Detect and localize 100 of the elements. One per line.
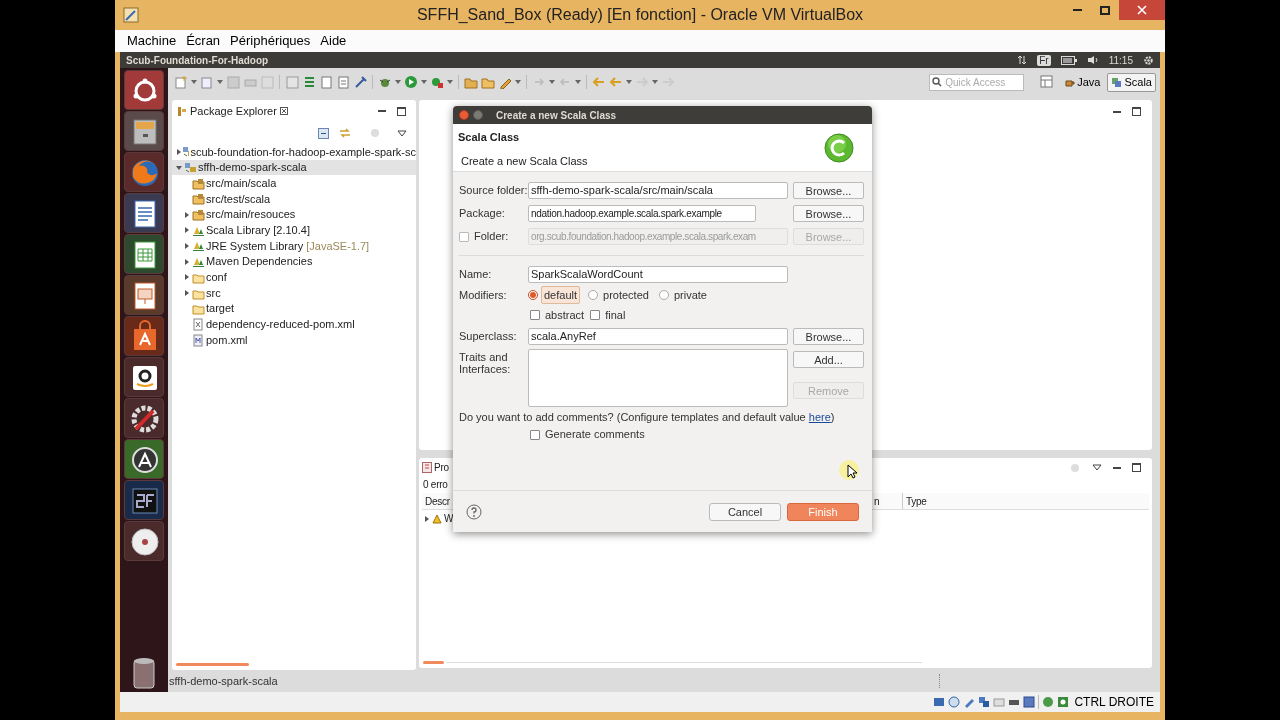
problems-tab[interactable]: Pro xyxy=(422,460,449,475)
spreadsheet-icon[interactable] xyxy=(124,234,164,274)
dropdown-caret-icon[interactable] xyxy=(515,80,521,84)
radio-button[interactable] xyxy=(528,290,538,300)
column-header[interactable]: n xyxy=(874,493,880,509)
menu-item[interactable]: Aide xyxy=(320,31,347,51)
tree-item[interactable]: src/main/scala xyxy=(172,175,416,192)
checkbox[interactable] xyxy=(590,310,601,320)
collapsed-arrow-icon[interactable] xyxy=(424,515,430,522)
tree-item[interactable]: target xyxy=(172,300,416,317)
radio-button[interactable] xyxy=(588,290,599,300)
add-button[interactable]: Add... xyxy=(793,351,864,368)
radio-label[interactable]: private xyxy=(671,286,709,304)
display-icon[interactable] xyxy=(1023,696,1036,708)
checkbox[interactable] xyxy=(530,310,540,320)
close-icon[interactable] xyxy=(279,107,288,115)
tree-item[interactable]: src/test/scala xyxy=(172,191,416,207)
keyboard-layout-indicator[interactable]: Fr xyxy=(1037,54,1051,66)
browse-button[interactable]: Browse... xyxy=(793,182,864,199)
dropdown-caret-icon[interactable] xyxy=(421,80,427,84)
perspective-button[interactable]: Scala xyxy=(1107,72,1156,92)
pin-icon[interactable] xyxy=(353,75,367,89)
clock[interactable]: 11:15 xyxy=(1108,52,1133,68)
collapsed-arrow-icon[interactable] xyxy=(184,227,190,234)
collapsed-arrow-icon[interactable] xyxy=(184,290,190,297)
tree-item[interactable]: dependency-reduced-pom.xml xyxy=(172,316,416,333)
folder-icon[interactable] xyxy=(481,75,495,89)
ubuntu-logo-icon[interactable] xyxy=(124,70,164,110)
open-perspective-icon[interactable] xyxy=(1040,75,1055,89)
wrench-gear-icon[interactable] xyxy=(124,398,164,438)
minimize-button[interactable] xyxy=(1113,466,1121,469)
tree-item[interactable]: Scala Library [2.10.4] xyxy=(172,222,416,239)
dropdown-caret-icon[interactable] xyxy=(191,80,197,84)
tree-item[interactable]: Maven Dependencies xyxy=(172,253,416,270)
list-icon[interactable] xyxy=(302,75,316,89)
radio-label[interactable]: default xyxy=(541,285,581,305)
expanded-arrow-icon[interactable] xyxy=(176,164,182,171)
mouse-capture-icon[interactable] xyxy=(1057,696,1070,708)
shopping-bag-icon[interactable] xyxy=(124,316,164,356)
run-icon[interactable] xyxy=(404,75,418,89)
network-arrows-icon[interactable] xyxy=(1017,55,1028,65)
menu-item[interactable]: Périphériques xyxy=(230,31,311,51)
pencil-icon[interactable] xyxy=(963,696,976,708)
menu-item[interactable]: Écran xyxy=(186,31,221,51)
new-item-icon[interactable] xyxy=(174,75,188,89)
column-header[interactable]: Type xyxy=(906,493,927,509)
browse-button[interactable]: Browse... xyxy=(793,205,864,222)
dropdown-caret-icon[interactable] xyxy=(549,80,555,84)
input-field[interactable]: SparkScalaWordCount xyxy=(528,266,788,283)
input-field[interactable]: scala.AnyRef xyxy=(528,328,788,345)
document-icon[interactable] xyxy=(124,193,164,233)
link-arrows-icon[interactable] xyxy=(339,127,351,139)
battery-icon[interactable] xyxy=(1060,55,1077,65)
radio-button[interactable] xyxy=(658,290,669,300)
collapsed-arrow-icon[interactable] xyxy=(184,274,190,281)
dropdown-caret-icon[interactable] xyxy=(447,80,453,84)
input-field[interactable]: sffh-demo-spark-scala/src/main/scala xyxy=(528,182,788,199)
cancel-button[interactable]: Cancel xyxy=(709,502,781,521)
quick-access-field[interactable]: Quick Access xyxy=(929,73,1025,91)
column-header[interactable]: Descr xyxy=(425,493,450,509)
tree-item[interactable]: src/main/resouces xyxy=(172,206,416,223)
dropdown-caret-icon[interactable] xyxy=(652,80,658,84)
dropdown-caret-icon[interactable] xyxy=(395,80,401,84)
browser-icon[interactable] xyxy=(124,152,164,192)
help-icon[interactable] xyxy=(466,503,482,520)
tree-item[interactable]: src xyxy=(172,285,416,301)
network-icon[interactable] xyxy=(978,696,991,708)
speaker-icon[interactable] xyxy=(1086,55,1099,65)
collapsed-arrow-icon[interactable] xyxy=(176,148,182,155)
collapsed-arrow-icon[interactable] xyxy=(184,258,190,265)
checkbox[interactable] xyxy=(530,429,540,440)
dropdown-caret-icon[interactable] xyxy=(626,80,632,84)
note-icon[interactable] xyxy=(336,75,350,89)
collapsed-arrow-icon[interactable] xyxy=(184,211,190,218)
view-menu-icon[interactable] xyxy=(1092,464,1102,471)
tree-item[interactable]: JRE System Library [JavaSE-1.7] xyxy=(172,238,416,254)
configure-link[interactable]: here xyxy=(808,411,831,423)
presentation-icon[interactable] xyxy=(124,275,164,315)
radio-label[interactable]: protected xyxy=(601,286,651,304)
maximize-button[interactable] xyxy=(1132,107,1141,116)
page-icon[interactable] xyxy=(319,75,333,89)
view-menu-icon[interactable] xyxy=(397,129,407,137)
package-explorer-tab[interactable]: Package Explorer xyxy=(177,102,288,120)
tree-item[interactable]: sffh-demo-spark-scala xyxy=(172,159,416,176)
maximize-button[interactable] xyxy=(397,106,406,116)
maximize-button[interactable] xyxy=(1132,463,1141,472)
collapse-all-icon[interactable] xyxy=(318,127,329,139)
menu-item[interactable]: Machine xyxy=(127,31,177,51)
perspective-button[interactable]: Java xyxy=(1060,72,1105,92)
tree-item[interactable]: conf xyxy=(172,269,416,286)
open-folder-icon[interactable] xyxy=(464,75,478,89)
gear-icon[interactable] xyxy=(1143,54,1154,66)
close-button[interactable] xyxy=(459,110,469,120)
collapsed-arrow-icon[interactable] xyxy=(184,242,190,249)
dropdown-caret-icon[interactable] xyxy=(217,80,223,84)
input-field[interactable]: ndation.hadoop.example.scala.spark.example xyxy=(528,205,756,222)
dropdown-caret-icon[interactable] xyxy=(575,80,581,84)
optical-disc-icon[interactable] xyxy=(948,696,961,708)
tree-item[interactable]: pom.xml xyxy=(172,332,416,348)
file-cabinet-icon[interactable] xyxy=(124,111,164,151)
